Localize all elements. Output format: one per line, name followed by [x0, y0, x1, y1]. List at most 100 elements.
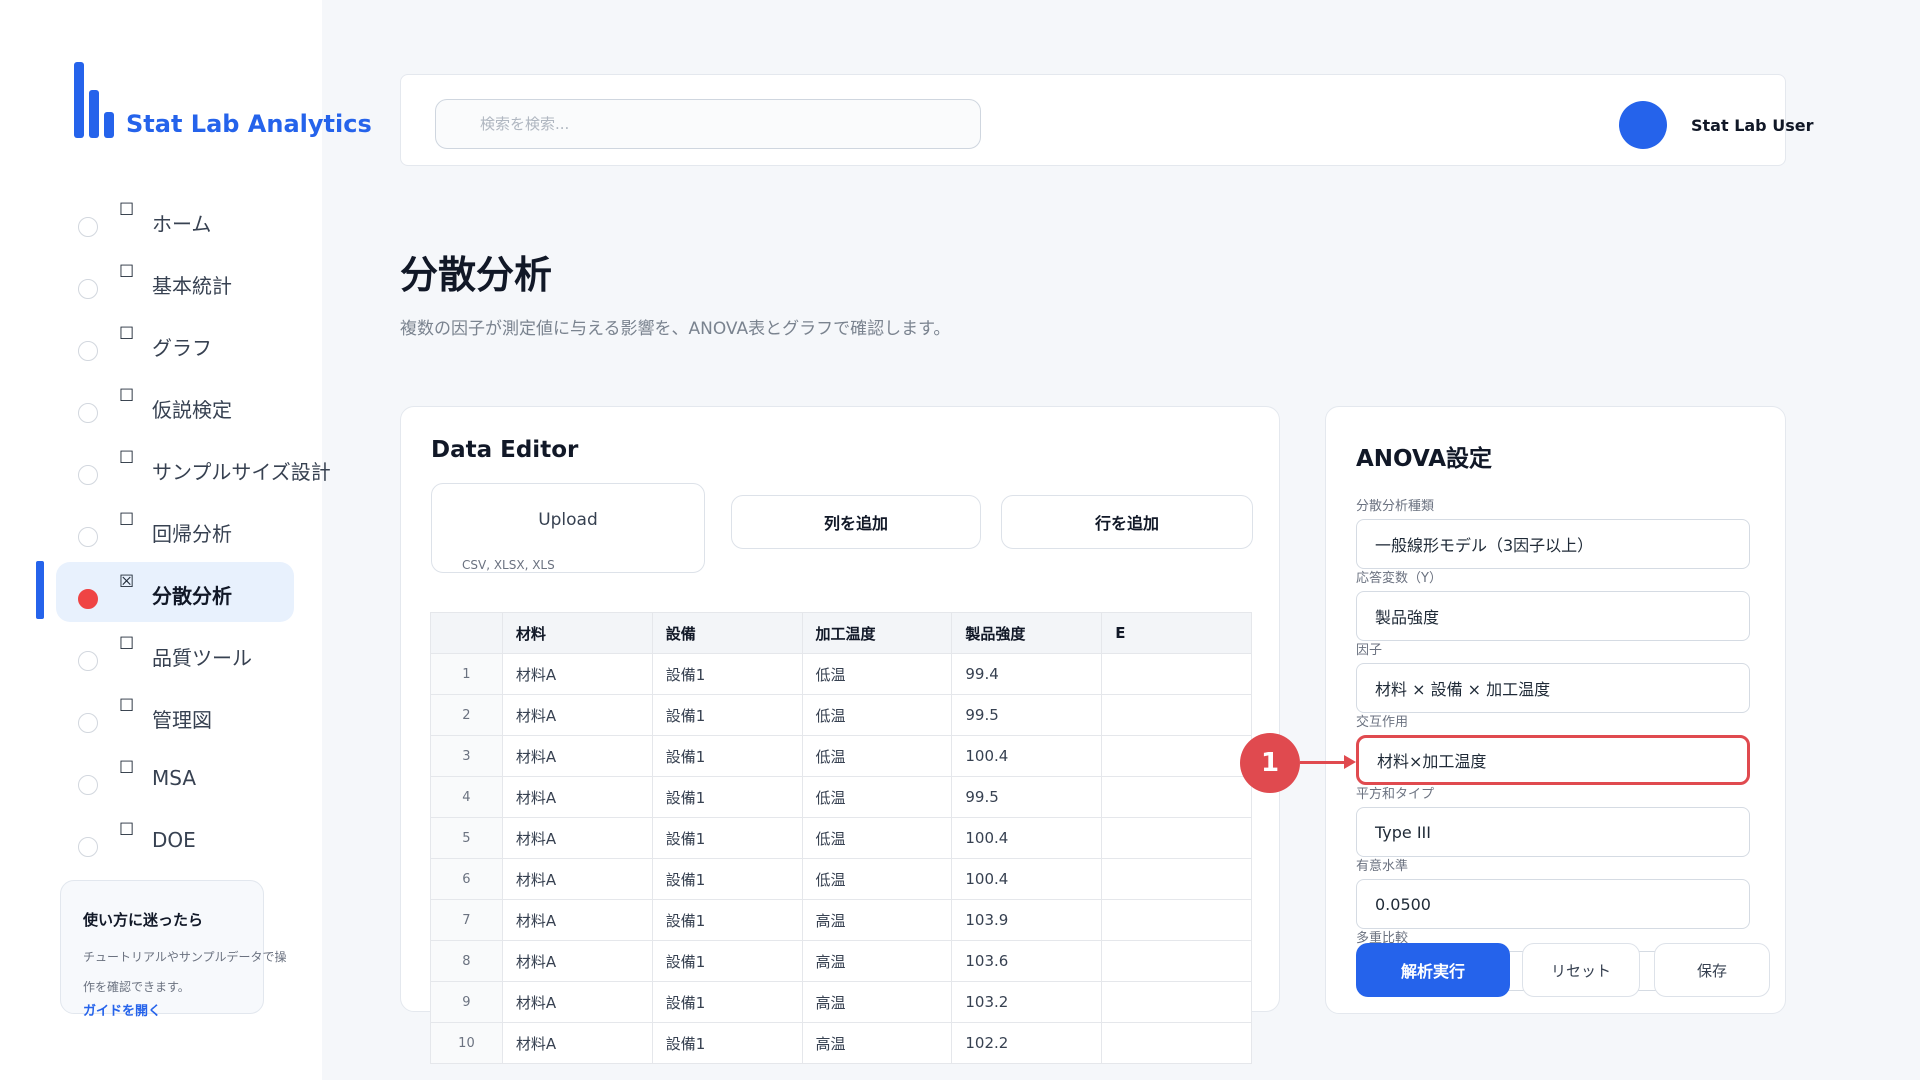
table-cell[interactable] — [1101, 735, 1252, 777]
sidebar-item-regression[interactable]: ☐ 回帰分析 — [56, 500, 294, 560]
checkbox-icon: ☐ — [119, 324, 135, 344]
sidebar-item-anova[interactable]: ☒ 分散分析 — [56, 562, 294, 622]
upload-label: Upload — [538, 510, 598, 530]
sidebar-item-graph[interactable]: ☐ グラフ — [56, 314, 294, 374]
search-input[interactable] — [435, 99, 981, 149]
table-cell[interactable] — [1101, 776, 1252, 818]
run-analysis-button[interactable]: 解析実行 — [1356, 943, 1510, 997]
brand[interactable]: Stat Lab Analytics — [74, 62, 372, 138]
table-cell[interactable]: 高温 — [801, 1022, 953, 1064]
upload-dropzone[interactable]: Upload CSV, XLSX, XLS — [431, 483, 705, 573]
table-cell[interactable] — [1101, 858, 1252, 900]
radio-icon — [78, 775, 98, 795]
table-cell[interactable]: 設備1 — [651, 653, 803, 695]
table-row: 2 材料A 設備1 低温 99.5 — [430, 694, 1252, 736]
checkbox-icon: ☐ — [119, 634, 135, 654]
avatar[interactable] — [1619, 101, 1667, 149]
table-cell[interactable]: 100.4 — [951, 735, 1103, 777]
table-row: 5 材料A 設備1 低温 100.4 — [430, 817, 1252, 859]
table-cell[interactable]: 99.5 — [951, 694, 1103, 736]
table-cell[interactable]: 設備1 — [651, 694, 803, 736]
table-cell[interactable]: 設備1 — [651, 1022, 803, 1064]
table-cell[interactable]: 材料A — [501, 981, 653, 1023]
table-cell[interactable]: 高温 — [801, 940, 953, 982]
table-cell[interactable]: 102.2 — [951, 1022, 1103, 1064]
row-index: 5 — [430, 817, 503, 859]
table-cell[interactable]: 設備1 — [651, 858, 803, 900]
sum-of-squares-select[interactable]: Type III — [1356, 807, 1750, 857]
column-header[interactable]: 設備 — [651, 612, 803, 654]
table-cell[interactable]: 材料A — [501, 776, 653, 818]
table-cell[interactable]: 設備1 — [651, 735, 803, 777]
table-cell[interactable] — [1101, 653, 1252, 695]
table-cell[interactable]: 低温 — [801, 776, 953, 818]
help-title: 使い方に迷ったら — [83, 911, 204, 929]
sidebar: Stat Lab Analytics ☐ ホーム ☐ 基本統計 ☐ グラフ ☐ … — [0, 0, 372, 1080]
add-column-button[interactable]: 列を追加 — [731, 495, 981, 549]
anova-type-label: 分散分析種類 — [1356, 499, 1435, 514]
checkbox-icon: ☐ — [119, 448, 135, 468]
table-cell[interactable]: 低温 — [801, 735, 953, 777]
table-cell[interactable]: 高温 — [801, 981, 953, 1023]
table-cell[interactable]: 設備1 — [651, 981, 803, 1023]
anova-type-select[interactable]: 一般線形モデル（3因子以上） — [1356, 519, 1750, 569]
table-cell[interactable]: 材料A — [501, 940, 653, 982]
table-cell[interactable]: 材料A — [501, 858, 653, 900]
table-cell[interactable]: 設備1 — [651, 940, 803, 982]
table-cell[interactable]: 100.4 — [951, 817, 1103, 859]
table-cell[interactable] — [1101, 899, 1252, 941]
sidebar-item-msa[interactable]: ☐ MSA — [56, 748, 294, 808]
table-cell[interactable]: 99.4 — [951, 653, 1103, 695]
guide-link[interactable]: ガイドを開く — [83, 1000, 263, 1019]
table-cell[interactable]: 材料A — [501, 653, 653, 695]
table-cell[interactable]: 高温 — [801, 899, 953, 941]
table-cell[interactable]: 99.5 — [951, 776, 1103, 818]
table-cell[interactable]: 材料A — [501, 1022, 653, 1064]
table-row: 6 材料A 設備1 低温 100.4 — [430, 858, 1252, 900]
significance-level-input[interactable]: 0.0500 — [1356, 879, 1750, 929]
factors-select[interactable]: 材料 × 設備 × 加工温度 — [1356, 663, 1750, 713]
table-cell[interactable]: 材料A — [501, 899, 653, 941]
add-row-button[interactable]: 行を追加 — [1001, 495, 1253, 549]
table-cell[interactable]: 低温 — [801, 817, 953, 859]
sidebar-item-sample-size[interactable]: ☐ サンプルサイズ設計 — [56, 438, 331, 498]
table-cell[interactable]: 100.4 — [951, 858, 1103, 900]
table-cell[interactable] — [1101, 817, 1252, 859]
response-variable-select[interactable]: 製品強度 — [1356, 591, 1750, 641]
table-cell[interactable]: 材料A — [501, 735, 653, 777]
checkbox-icon: ☐ — [119, 510, 135, 530]
table-cell[interactable]: 材料A — [501, 817, 653, 859]
table-cell[interactable]: 低温 — [801, 858, 953, 900]
column-header[interactable]: 製品強度 — [951, 612, 1103, 654]
sidebar-item-home[interactable]: ☐ ホーム — [56, 190, 294, 250]
top-header: Stat Lab User — [400, 74, 1813, 166]
sidebar-item-control-chart[interactable]: ☐ 管理図 — [56, 686, 294, 746]
table-cell[interactable]: 材料A — [501, 694, 653, 736]
interaction-select[interactable]: 材料×加工温度 — [1356, 735, 1750, 785]
table-cell[interactable] — [1101, 940, 1252, 982]
column-header[interactable]: E — [1101, 612, 1252, 654]
table-cell[interactable]: 103.6 — [951, 940, 1103, 982]
column-header[interactable]: 加工温度 — [801, 612, 953, 654]
save-button[interactable]: 保存 — [1654, 943, 1770, 997]
table-cell[interactable]: 103.9 — [951, 899, 1103, 941]
sidebar-item-doe[interactable]: ☐ DOE — [56, 810, 294, 870]
table-cell[interactable]: 設備1 — [651, 776, 803, 818]
user-name[interactable]: Stat Lab User — [1691, 116, 1813, 135]
table-cell[interactable]: 設備1 — [651, 899, 803, 941]
table-cell[interactable] — [1101, 1022, 1252, 1064]
sidebar-item-quality-tools[interactable]: ☐ 品質ツール — [56, 624, 294, 684]
table-cell[interactable] — [1101, 981, 1252, 1023]
table-cell[interactable]: 低温 — [801, 694, 953, 736]
sidebar-item-basic-stats[interactable]: ☐ 基本統計 — [56, 252, 294, 312]
sidebar-item-hypothesis-test[interactable]: ☐ 仮説検定 — [56, 376, 294, 436]
table-cell[interactable]: 低温 — [801, 653, 953, 695]
radio-icon — [78, 403, 98, 423]
column-header[interactable]: 材料 — [501, 612, 653, 654]
table-row: 1 材料A 設備1 低温 99.4 — [430, 653, 1252, 695]
reset-button[interactable]: リセット — [1522, 943, 1640, 997]
table-row: 9 材料A 設備1 高温 103.2 — [430, 981, 1252, 1023]
table-cell[interactable] — [1101, 694, 1252, 736]
table-cell[interactable]: 103.2 — [951, 981, 1103, 1023]
table-cell[interactable]: 設備1 — [651, 817, 803, 859]
